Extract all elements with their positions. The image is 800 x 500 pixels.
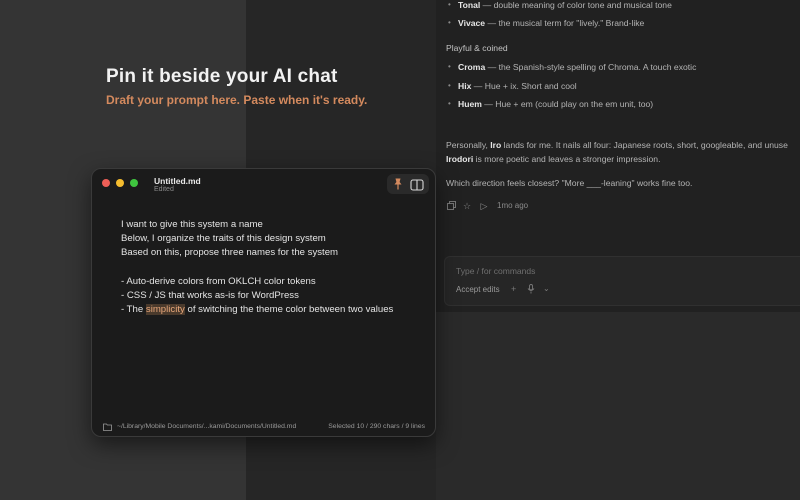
chat-panel-footer xyxy=(436,312,800,500)
timestamp: 1mo ago xyxy=(497,201,529,210)
file-path: ~/Library/Mobile Documents/...kami/Docum… xyxy=(117,423,297,430)
editor-window: Untitled.md Edited I want to give this s… xyxy=(91,168,436,437)
item-name: Tonal xyxy=(458,0,481,10)
item-desc: — Hue + em (could play on the em unit, t… xyxy=(481,99,654,109)
chat-composer[interactable]: Type / for commands Accept edits + ⌄ xyxy=(444,256,800,306)
minimize-button[interactable] xyxy=(116,179,124,187)
editor-line: Based on this, propose three names for t… xyxy=(121,247,339,258)
copy-icon[interactable] xyxy=(446,201,456,211)
star-icon[interactable]: ☆ xyxy=(462,201,472,211)
chat-paragraph: Irodori is more poetic and leaves a stro… xyxy=(446,154,661,164)
close-button[interactable] xyxy=(102,179,110,187)
editor-line: - CSS / JS that works as-is for WordPres… xyxy=(121,290,299,301)
title-bar[interactable]: Untitled.md Edited xyxy=(92,169,435,197)
chat-paragraph: Personally, Iro lands for me. It nails a… xyxy=(446,140,788,150)
add-icon[interactable]: + xyxy=(511,284,516,294)
hero-subtitle: Draft your prompt here. Paste when it's … xyxy=(106,93,368,107)
toolbar-buttons xyxy=(387,174,429,194)
chat-paragraph: Which direction feels closest? "More ___… xyxy=(446,178,693,188)
split-view-icon[interactable] xyxy=(410,178,424,191)
pin-icon[interactable] xyxy=(391,177,405,191)
composer-placeholder: Type / for commands xyxy=(456,266,536,276)
editor-line: - Auto-derive colors from OKLCH color to… xyxy=(121,276,316,287)
editor-line: Below, I organize the traits of this des… xyxy=(121,233,326,244)
folder-icon[interactable] xyxy=(103,423,112,431)
accept-edits-button[interactable]: Accept edits xyxy=(456,285,500,294)
editor-line: - The simplicity of switching the theme … xyxy=(121,304,394,315)
bullet: • xyxy=(448,62,451,71)
item-desc: — the Spanish-style spelling of Chroma. … xyxy=(485,62,697,72)
zoom-button[interactable] xyxy=(130,179,138,187)
item-name: Huem xyxy=(458,99,482,109)
item-name: Croma xyxy=(458,62,486,72)
play-icon[interactable]: ▷ xyxy=(479,201,489,211)
item-desc: — double meaning of color tone and music… xyxy=(480,0,672,10)
bullet: • xyxy=(448,18,451,27)
item-desc: — the musical term for "lively." Brand-l… xyxy=(485,18,645,28)
selection-count: Selected 10 / 290 chars / 9 lines xyxy=(328,423,425,430)
bullet: • xyxy=(448,99,451,108)
item-desc: — Hue + ix. Short and cool xyxy=(471,81,577,91)
item-name: Hix xyxy=(458,81,472,91)
window-title: Untitled.md xyxy=(154,176,201,186)
hero-title: Pin it beside your AI chat xyxy=(106,66,338,87)
window-status: Edited xyxy=(154,186,174,193)
chevron-down-icon[interactable]: ⌄ xyxy=(543,284,550,293)
item-name: Vivace xyxy=(458,18,486,28)
bullet: • xyxy=(448,0,451,9)
bullet: • xyxy=(448,81,451,90)
section-label: Playful & coined xyxy=(446,43,508,53)
status-bar: ~/Library/Mobile Documents/...kami/Docum… xyxy=(92,421,435,435)
mic-icon[interactable] xyxy=(527,284,535,296)
text-selection: simplicity xyxy=(145,304,185,315)
editor-line: I want to give this system a name xyxy=(121,219,263,230)
